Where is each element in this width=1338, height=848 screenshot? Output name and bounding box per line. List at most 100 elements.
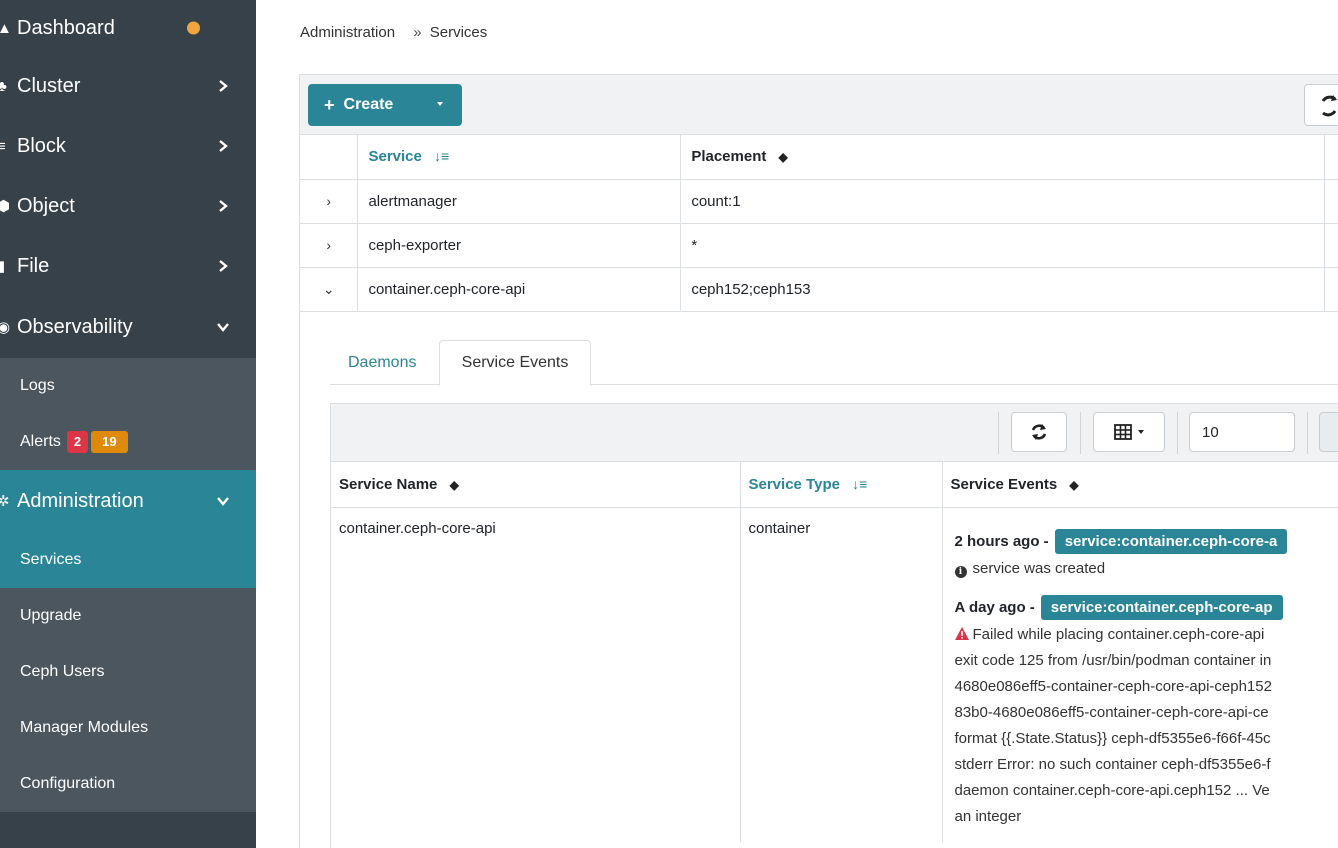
service-events-panel: 10 Service Name ◆ Service Type ↓≡ Servic…	[330, 403, 1338, 848]
event-time: A day ago -	[954, 599, 1035, 616]
sort-icon: ◆	[1069, 477, 1079, 492]
info-icon: i	[954, 565, 967, 578]
search-button[interactable]	[1319, 412, 1338, 452]
services-toolbar: + Create	[300, 75, 1338, 135]
row-expander[interactable]: ›	[300, 179, 359, 224]
nav-cluster-label: Cluster	[17, 74, 81, 97]
nav-services[interactable]: Services	[0, 532, 256, 588]
service-column-label: Service	[368, 148, 422, 166]
toolbar-divider	[1080, 412, 1081, 454]
extra-column-header	[1324, 135, 1338, 180]
nav-alerts[interactable]: Alerts 2 19	[0, 414, 256, 470]
service-type-column-label: Service Type	[748, 475, 840, 493]
plus-icon: +	[324, 94, 335, 115]
service-name-column-label: Service Name	[339, 475, 438, 493]
table-row[interactable]: › alertmanager count:1	[300, 179, 1338, 224]
sort-ascending-icon: ↓≡	[434, 148, 450, 165]
event-message-line: format {{.State.Status}} ceph-df5355e6-f…	[954, 729, 1271, 747]
alerts-warning-badge: 19	[91, 431, 128, 453]
tab-service-events[interactable]: Service Events	[439, 340, 591, 386]
extra-cell	[1324, 267, 1338, 312]
cluster-icon: ♣	[0, 77, 7, 95]
nav-configuration[interactable]: Configuration	[0, 756, 256, 812]
toolbar-divider	[1177, 412, 1178, 454]
warning-icon	[954, 626, 969, 640]
nav-configuration-label: Configuration	[20, 775, 116, 792]
service-name-cell: container.ceph-core-api	[331, 507, 741, 842]
nav-block[interactable]: ≡ Block	[0, 116, 256, 176]
extra-cell	[1324, 223, 1338, 268]
event-header: A day ago - service:container.ceph-core-…	[955, 594, 1335, 622]
sort-icon: ◆	[449, 477, 459, 492]
event-message-line: 83b0-4680e086eff5-container-ceph-core-ap…	[954, 703, 1269, 721]
service-type-column-header[interactable]: Service Type ↓≡	[740, 462, 943, 508]
create-button[interactable]: + Create	[308, 84, 462, 126]
placement-column-header[interactable]: Placement ◆	[680, 135, 1325, 180]
service-column-header[interactable]: Service ↓≡	[357, 135, 682, 180]
placement-column-label: Placement	[691, 148, 767, 166]
row-expander[interactable]: ⌄	[300, 267, 359, 312]
chevron-down-icon	[217, 323, 229, 332]
tab-daemons[interactable]: Daemons	[348, 340, 416, 385]
chevron-down-icon: ⌄	[322, 280, 335, 297]
main-content: Administration » Services + Create Servi…	[256, 0, 1338, 848]
nav-file[interactable]: ▮ File	[0, 236, 256, 296]
services-table: Service ↓≡ Placement ◆ › alertmanager co…	[300, 135, 1338, 312]
extra-cell	[1324, 179, 1338, 224]
refresh-icon	[1321, 95, 1337, 117]
chevron-right-icon	[219, 200, 228, 212]
service-events-table: Service Name ◆ Service Type ↓≡ Service E…	[331, 462, 1338, 842]
nav-block-label: Block	[17, 134, 66, 157]
service-name-column-header[interactable]: Service Name ◆	[331, 462, 741, 508]
nav-logs[interactable]: Logs	[0, 358, 256, 414]
object-icon: ⬢	[0, 198, 11, 215]
event-tag-badge: service:container.ceph-core-a	[1054, 529, 1288, 554]
table-row[interactable]: › ceph-exporter *	[300, 223, 1338, 268]
page-size-input[interactable]: 10	[1189, 412, 1295, 452]
event-message-line: daemon container.ceph-core-api.ceph152 .…	[954, 781, 1270, 799]
event-tag-badge: service:container.ceph-core-ap	[1040, 595, 1283, 620]
nav-object[interactable]: ⬢ Object	[0, 176, 256, 236]
nav-administration[interactable]: ✲ Administration	[0, 470, 256, 532]
chevron-right-icon	[219, 80, 228, 92]
service-events-column-header[interactable]: Service Events ◆	[942, 462, 1338, 508]
file-icon: ▮	[0, 258, 6, 275]
placement-cell: ceph152;ceph153	[680, 267, 1325, 312]
chevron-right-icon	[219, 140, 228, 152]
chevron-right-icon	[219, 260, 228, 272]
gears-icon: ✲	[0, 493, 10, 510]
nav-cluster[interactable]: ♣ Cluster	[0, 56, 256, 116]
service-cell: alertmanager	[357, 179, 682, 224]
refresh-icon	[1031, 424, 1047, 440]
nav-manager-modules[interactable]: Manager Modules	[0, 700, 256, 756]
nav-dashboard[interactable]: ▲ Dashboard	[0, 0, 256, 56]
breadcrumb-parent[interactable]: Administration	[300, 24, 395, 41]
sort-icon: ◆	[778, 150, 788, 165]
alerts-critical-badge: 2	[66, 431, 89, 453]
event-message-line: 4680e086eff5-container-ceph-core-api-cep…	[954, 677, 1272, 695]
nav-upgrade[interactable]: Upgrade	[0, 588, 256, 644]
row-expander[interactable]: ›	[300, 223, 359, 268]
service-cell: container.ceph-core-api	[357, 267, 682, 312]
placement-cell: *	[680, 223, 1325, 268]
detail-tabs: Daemons Service Events	[330, 340, 1338, 386]
health-status-dot	[187, 21, 200, 35]
column-toggle-button[interactable]	[1093, 412, 1165, 452]
eye-icon: ◉	[0, 319, 11, 336]
table-row[interactable]: ⌄ container.ceph-core-api ceph152;ceph15…	[300, 267, 1338, 312]
refresh-button[interactable]	[1304, 84, 1338, 126]
nav-services-label: Services	[20, 551, 82, 568]
nav-administration-label: Administration	[17, 489, 144, 512]
nav-logs-label: Logs	[20, 377, 55, 394]
nav-observability[interactable]: ◉ Observability	[0, 296, 256, 358]
services-table-header: Service ↓≡ Placement ◆	[300, 135, 1338, 180]
events-refresh-button[interactable]	[1011, 412, 1067, 452]
services-panel: + Create Service ↓≡ Placement ◆ › alertm…	[299, 74, 1338, 848]
event-message-line: exit code 125 from /usr/bin/podman conta…	[954, 651, 1272, 669]
nav-manager-modules-label: Manager Modules	[20, 719, 149, 736]
service-type-cell: container	[740, 507, 943, 842]
event-header: 2 hours ago - service:container.ceph-cor…	[955, 528, 1335, 556]
dashboard-icon: ▲	[0, 19, 12, 37]
nav-ceph-users[interactable]: Ceph Users	[0, 644, 256, 700]
caret-down-icon[interactable]	[437, 102, 443, 106]
